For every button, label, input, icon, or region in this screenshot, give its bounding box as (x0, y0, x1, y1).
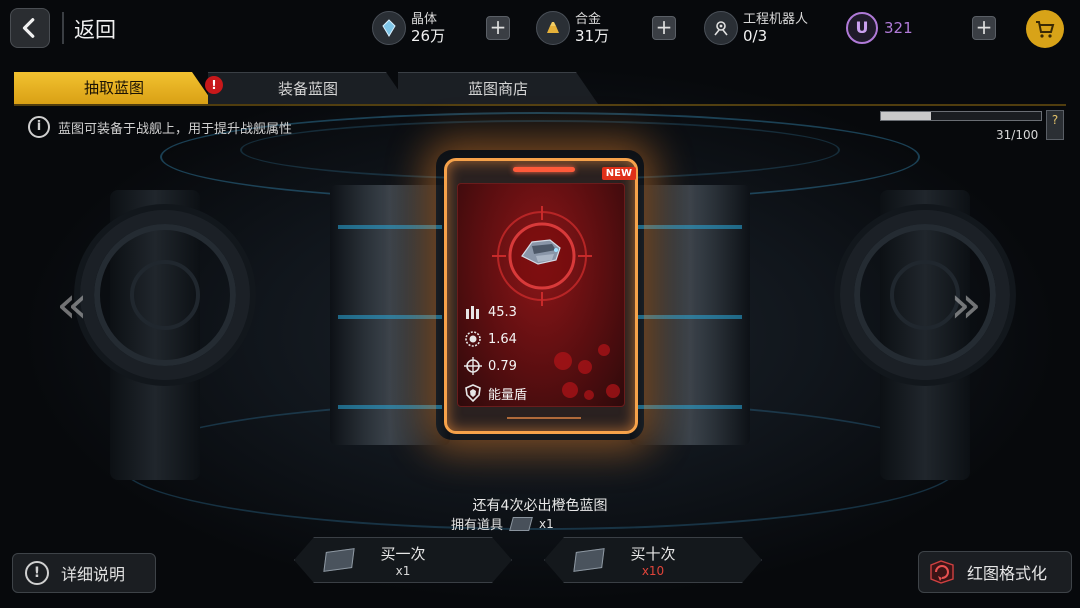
new-badge: NEW (601, 167, 636, 180)
alert-badge: ! (205, 76, 223, 94)
progress-fill (881, 112, 931, 120)
crystal-icon (372, 11, 406, 45)
add-u-coin-button[interactable]: + (972, 16, 996, 40)
alloy-icon (536, 11, 570, 45)
card-top-bar (513, 167, 575, 172)
buy-ten-label: 买十次 (630, 545, 676, 563)
alloy-value: 31万 (575, 27, 610, 45)
format-icon (930, 560, 954, 584)
next-arrow-button[interactable]: » (950, 279, 982, 331)
pity-progress-bar (880, 111, 1042, 121)
crosshair-icon (464, 357, 482, 375)
divider (62, 12, 64, 44)
decor-side-ring (80, 210, 250, 380)
stat-value: 1.64 (488, 331, 517, 347)
buy-ten-button[interactable]: 买十次 x10 (544, 537, 762, 583)
add-crystal-button[interactable]: + (486, 16, 510, 40)
stat-row: 1.64 (464, 329, 517, 349)
tab-draw-blueprint[interactable]: 抽取蓝图 (14, 72, 214, 104)
crystal-resource: 晶体 26万 (372, 6, 445, 50)
robot-name: 工程机器人 (743, 12, 809, 27)
card-bottom-trim (507, 417, 581, 425)
u-coin-icon: U (846, 12, 878, 44)
ammo-icon (466, 306, 479, 319)
warship-icon (521, 239, 561, 265)
gear-icon (465, 331, 481, 347)
chevron-left-icon (22, 18, 35, 38)
stat-value: 能量盾 (488, 387, 528, 403)
stat-row: 0.79 (464, 356, 517, 376)
divider (14, 104, 1066, 106)
stat-row: 能量盾 (464, 383, 527, 403)
stat-row: 45.3 (464, 302, 517, 322)
decor-pillar (330, 185, 450, 445)
shield-icon (465, 384, 481, 402)
decor-side-ring (840, 210, 1010, 380)
owned-items: 拥有道具 x1 (451, 514, 554, 533)
red-blueprint-format-button[interactable]: 红图格式化 (918, 551, 1072, 593)
owned-count: x1 (539, 516, 554, 531)
stat-value: 0.79 (488, 358, 517, 374)
format-label: 红图格式化 (967, 564, 1048, 583)
alloy-name: 合金 (575, 12, 602, 27)
robot-value: 0/3 (743, 27, 768, 45)
robot-icon (704, 11, 738, 45)
tab-blueprint-shop[interactable]: 蓝图商店 (398, 72, 598, 104)
back-button[interactable] (10, 8, 50, 48)
crystal-value: 26万 (411, 27, 446, 45)
robot-resource: 工程机器人 0/3 (704, 6, 808, 50)
info-icon: i (28, 116, 50, 138)
u-coin-value: 321 (884, 19, 913, 37)
details-button[interactable]: ! 详细说明 (12, 553, 156, 593)
pity-text: 还有4次必出橙色蓝图 (472, 498, 608, 514)
details-label: 详细说明 (61, 565, 126, 584)
add-alloy-button[interactable]: + (652, 16, 676, 40)
crystal-name: 晶体 (411, 12, 438, 27)
progress-text: 31/100 (996, 128, 1039, 142)
shop-cart-button[interactable] (1026, 10, 1064, 48)
buy-once-qty: x1 (395, 564, 411, 578)
tab-equip-blueprint[interactable]: 装备蓝图 (208, 72, 408, 104)
help-button[interactable]: ? (1046, 110, 1064, 140)
stat-value: 45.3 (488, 304, 517, 320)
info-icon: ! (25, 561, 49, 585)
previous-arrow-button[interactable]: « (56, 279, 88, 331)
alloy-resource: 合金 31万 (536, 6, 609, 50)
blueprint-ticket-icon (509, 516, 533, 531)
buy-once-button[interactable]: 买一次 x1 (294, 537, 512, 583)
buy-once-label: 买一次 (380, 545, 426, 563)
info-text: 蓝图可装备于战舰上，用于提升战舰属性 (58, 122, 293, 137)
cart-icon (1036, 21, 1055, 38)
back-label[interactable]: 返回 (74, 14, 116, 44)
top-bar: 返回 晶体 26万 + 合金 31万 + 工程机器人 0/3 U 321 + (0, 0, 1080, 58)
decor-pillar (630, 185, 750, 445)
owned-label: 拥有道具 (451, 518, 504, 533)
buy-ten-qty: x10 (641, 564, 665, 578)
blueprint-card[interactable]: NEW 45.3 1.64 0.79 能量盾 (444, 158, 638, 434)
card-art: 45.3 1.64 0.79 能量盾 (457, 183, 625, 407)
